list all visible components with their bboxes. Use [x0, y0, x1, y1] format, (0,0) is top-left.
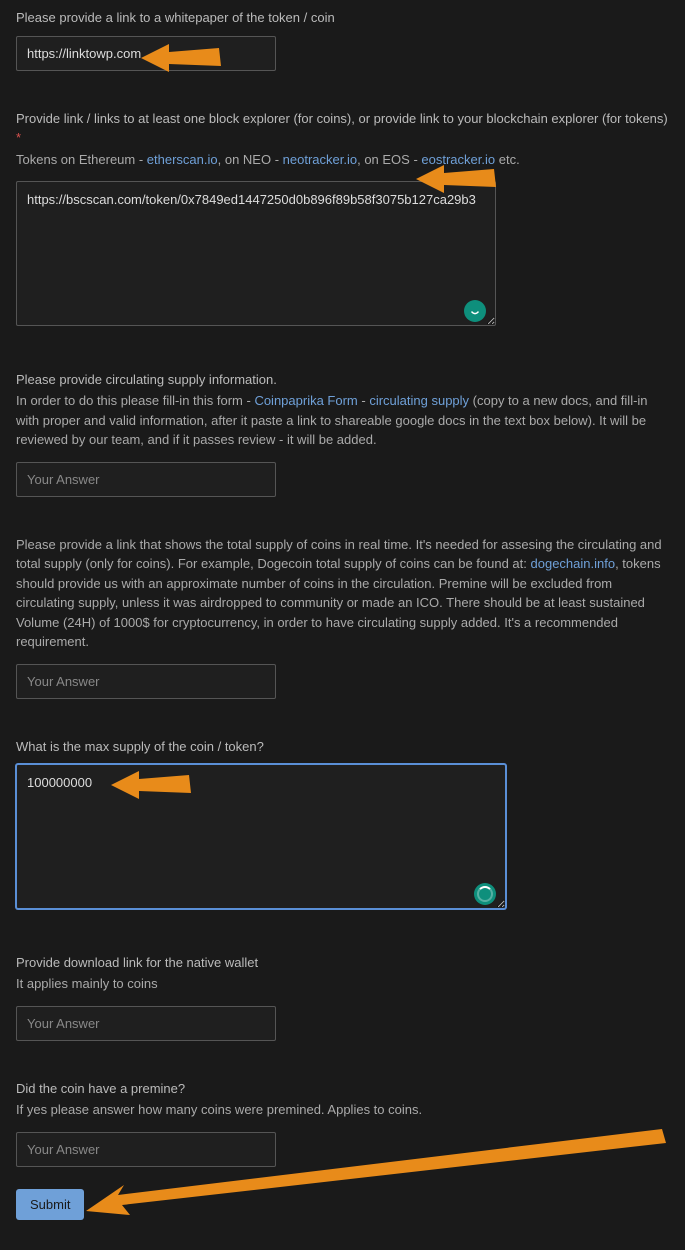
submit-button[interactable]: Submit: [16, 1189, 84, 1220]
required-mark: *: [16, 130, 21, 145]
label-explorer: Provide link / links to at least one blo…: [16, 109, 669, 148]
field-wallet: Provide download link for the native wal…: [16, 953, 669, 1041]
link-neotracker[interactable]: neotracker.io: [283, 152, 357, 167]
hint-explorer: Tokens on Ethereum - etherscan.io, on NE…: [16, 150, 669, 170]
field-total-supply: Please provide a link that shows the tot…: [16, 535, 669, 699]
field-max-supply: What is the max supply of the coin / tok…: [16, 737, 669, 915]
input-whitepaper[interactable]: [16, 36, 276, 71]
input-total-supply[interactable]: [16, 664, 276, 699]
label-circulating: Please provide circulating supply inform…: [16, 370, 669, 390]
label-max-supply: What is the max supply of the coin / tok…: [16, 737, 669, 757]
hint-premine: If yes please answer how many coins were…: [16, 1100, 669, 1120]
field-circulating: Please provide circulating supply inform…: [16, 370, 669, 497]
link-etherscan[interactable]: etherscan.io: [147, 152, 218, 167]
input-premine[interactable]: [16, 1132, 276, 1167]
input-wallet[interactable]: [16, 1006, 276, 1041]
submit-row: Submit: [16, 1189, 669, 1220]
link-coinpaprika-form[interactable]: Coinpaprika Form: [254, 393, 357, 408]
textarea-max-supply[interactable]: [16, 764, 506, 909]
link-circulating-supply[interactable]: circulating supply: [369, 393, 469, 408]
hint-wallet: It applies mainly to coins: [16, 974, 669, 994]
hint-circulating: In order to do this please fill-in this …: [16, 391, 669, 450]
label-wallet: Provide download link for the native wal…: [16, 953, 669, 973]
textarea-explorer[interactable]: [16, 181, 496, 326]
label-premine: Did the coin have a premine?: [16, 1079, 669, 1099]
input-circulating[interactable]: [16, 462, 276, 497]
field-explorer: Provide link / links to at least one blo…: [16, 109, 669, 332]
field-whitepaper: Please provide a link to a whitepaper of…: [16, 8, 669, 71]
link-eostracker[interactable]: eostracker.io: [421, 152, 495, 167]
label-total-supply: Please provide a link that shows the tot…: [16, 535, 669, 652]
field-premine: Did the coin have a premine? If yes plea…: [16, 1079, 669, 1167]
label-whitepaper: Please provide a link to a whitepaper of…: [16, 8, 669, 28]
link-dogechain[interactable]: dogechain.info: [531, 556, 616, 571]
